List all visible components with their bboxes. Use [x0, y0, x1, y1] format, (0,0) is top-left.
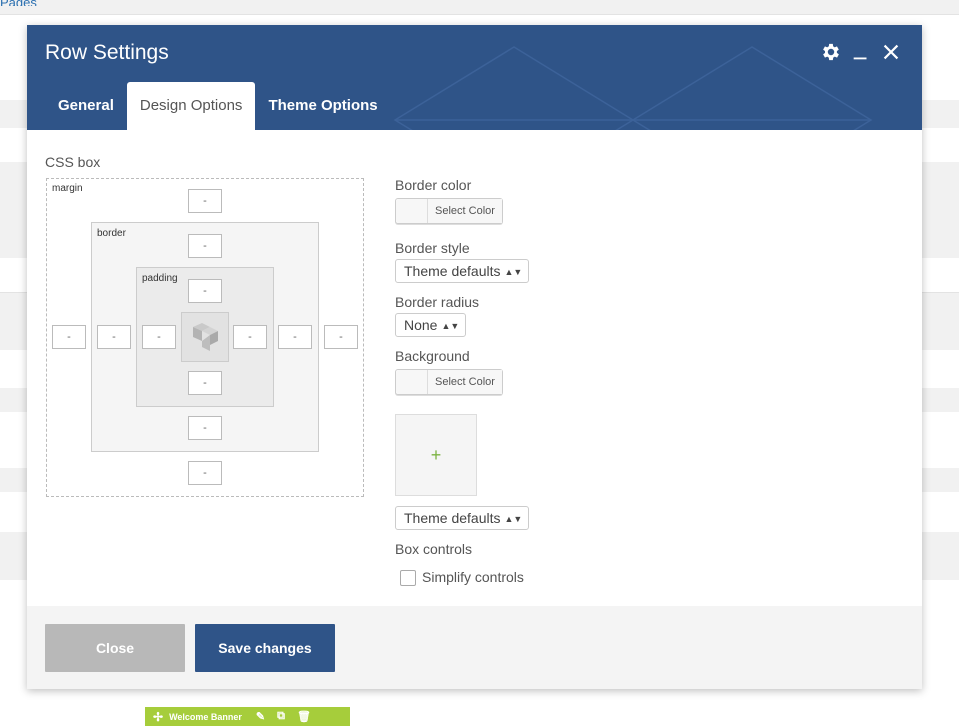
margin-top-input[interactable]: - — [188, 189, 222, 213]
border-radius-select[interactable]: None ▲▼ — [395, 313, 467, 337]
modal-footer: Close Save changes — [27, 606, 922, 689]
margin-label: margin — [52, 183, 83, 194]
simplify-controls-label[interactable]: Simplify controls — [422, 569, 524, 585]
select-arrows-icon: ▲▼ — [441, 321, 460, 331]
element-tools: ✎ ⧉ 🗑 — [256, 710, 311, 723]
padding-top-input[interactable]: - — [188, 279, 222, 303]
save-changes-button[interactable]: Save changes — [195, 624, 335, 672]
delete-icon[interactable]: 🗑 — [297, 710, 311, 723]
box-controls-label: Box controls — [395, 541, 473, 557]
border-right-input[interactable]: - — [278, 325, 312, 349]
padding-left-input[interactable]: - — [142, 325, 176, 349]
border-color-swatch — [396, 199, 428, 223]
select-arrows-icon: ▲▼ — [504, 514, 523, 524]
border-color-label: Border color — [395, 177, 472, 193]
border-label: border — [97, 228, 126, 239]
background-divider — [0, 14, 959, 15]
minimize-icon[interactable] — [850, 41, 872, 63]
border-style-value: Theme defaults — [404, 263, 501, 279]
tab-theme-options[interactable]: Theme Options — [255, 82, 390, 130]
modal-body: CSS box margin border padding - - - - - … — [27, 130, 922, 606]
clone-icon[interactable]: ⧉ — [277, 710, 285, 723]
background-pages-link[interactable]: Pages — [0, 0, 37, 6]
padding-label: padding — [142, 273, 178, 284]
element-toolbar: ✢ Welcome Banner ✎ ⧉ 🗑 — [145, 707, 350, 726]
select-arrows-icon: ▲▼ — [504, 267, 523, 277]
gear-icon[interactable] — [820, 41, 842, 63]
border-style-select[interactable]: Theme defaults ▲▼ — [395, 259, 530, 283]
border-style-label: Border style — [395, 240, 470, 256]
border-bottom-input[interactable]: - — [188, 416, 222, 440]
background-style-value: Theme defaults — [404, 510, 501, 526]
background-style-select[interactable]: Theme defaults ▲▼ — [395, 506, 530, 530]
css-box-content-area — [181, 312, 229, 362]
modal-title: Row Settings — [45, 41, 169, 64]
border-top-input[interactable]: - — [188, 234, 222, 258]
move-icon[interactable]: ✢ — [153, 710, 163, 724]
tab-bar: General Design Options Theme Options — [45, 82, 391, 130]
row-settings-modal: Row Settings General Design Options Them… — [27, 25, 922, 689]
edit-icon[interactable]: ✎ — [256, 710, 265, 723]
border-color-select-label: Select Color — [428, 199, 502, 223]
border-color-picker-button[interactable]: Select Color — [395, 198, 503, 224]
element-name: Welcome Banner — [169, 711, 242, 722]
background-color-select-label: Select Color — [428, 370, 502, 394]
background-color-picker-button[interactable]: Select Color — [395, 369, 503, 395]
margin-left-input[interactable]: - — [52, 325, 86, 349]
tab-design-options[interactable]: Design Options — [126, 82, 256, 130]
css-box-label: CSS box — [45, 154, 101, 170]
background-label: Background — [395, 348, 470, 364]
close-button[interactable]: Close — [45, 624, 185, 672]
padding-right-input[interactable]: - — [233, 325, 267, 349]
border-radius-value: None — [404, 317, 438, 333]
close-icon[interactable] — [880, 41, 902, 63]
visual-composer-logo-icon — [193, 323, 218, 351]
background-color-swatch — [396, 370, 428, 394]
tab-general[interactable]: General — [45, 82, 127, 130]
modal-header: Row Settings General Design Options Them… — [27, 25, 922, 130]
border-left-input[interactable]: - — [97, 325, 131, 349]
border-radius-label: Border radius — [395, 294, 480, 310]
simplify-controls-checkbox[interactable] — [400, 570, 416, 586]
add-background-image-button[interactable]: + — [395, 414, 477, 496]
margin-bottom-input[interactable]: - — [188, 461, 222, 485]
margin-right-input[interactable]: - — [324, 325, 358, 349]
padding-bottom-input[interactable]: - — [188, 371, 222, 395]
